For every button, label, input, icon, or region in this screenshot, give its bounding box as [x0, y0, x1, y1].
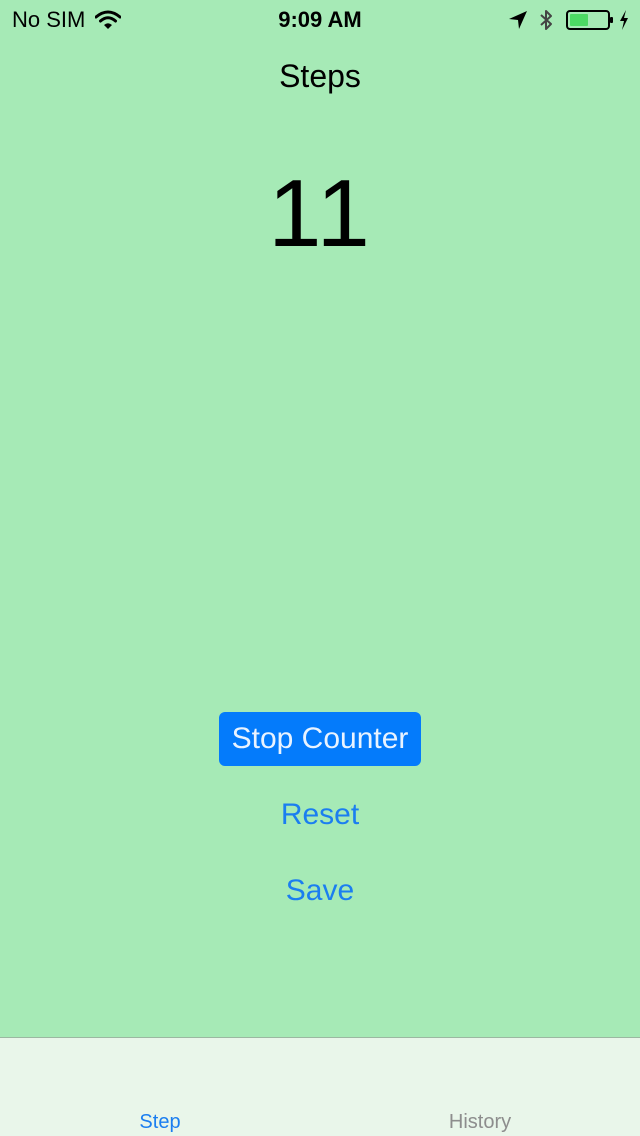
tab-history[interactable]: History: [320, 1110, 640, 1134]
step-count: 11: [268, 160, 372, 267]
stop-counter-button[interactable]: Stop Counter: [219, 712, 421, 766]
location-arrow-icon: [509, 11, 527, 29]
charging-bolt-icon: [620, 10, 628, 30]
tab-step[interactable]: Step: [0, 1110, 320, 1134]
battery-level-fill: [570, 14, 588, 26]
battery-icon: [566, 10, 613, 30]
tab-bar: Step History: [0, 1037, 640, 1136]
bluetooth-icon: [540, 10, 552, 30]
status-icons: [508, 8, 630, 32]
page-title: Steps: [279, 58, 361, 94]
reset-button[interactable]: Reset: [281, 798, 359, 831]
save-button[interactable]: Save: [286, 874, 354, 907]
reset-button-row: Reset: [0, 795, 640, 835]
save-button-row: Save: [0, 871, 640, 911]
status-bar: No SIM 9:09 AM: [0, 0, 640, 40]
